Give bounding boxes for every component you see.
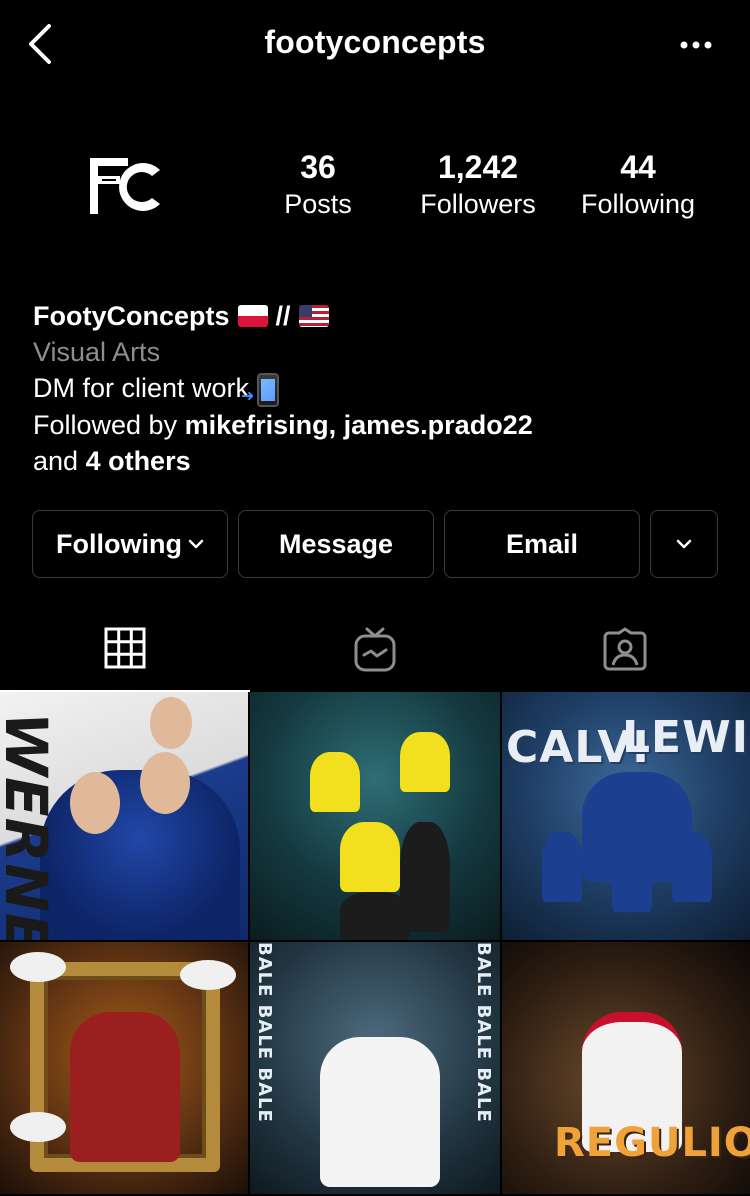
player-face	[140, 752, 190, 814]
followed-by-others-row[interactable]: and 4 others	[33, 443, 723, 479]
post-thumbnail-calvert-lewin[interactable]: CALVI LEWIN	[502, 692, 750, 940]
followers-label: Followers	[420, 189, 536, 219]
profile-avatar[interactable]	[60, 122, 190, 252]
blue-kit-artwork	[672, 832, 712, 902]
poland-flag-icon	[237, 305, 268, 327]
posts-label: Posts	[284, 189, 352, 219]
dove-artwork	[10, 1112, 66, 1142]
chevron-down-icon	[188, 539, 204, 549]
followed-by-row[interactable]: Followed by mikefrising, james.prado22	[33, 407, 723, 443]
dove-artwork	[180, 960, 236, 990]
more-horizontal-icon	[680, 41, 712, 49]
post-caption: BALE BALE BALE	[473, 942, 494, 1123]
followed-by-and: and	[33, 445, 86, 476]
profile-tabs	[0, 606, 750, 692]
email-button[interactable]: Email	[444, 510, 640, 578]
yellow-kit-artwork	[400, 732, 450, 792]
dove-artwork	[10, 952, 66, 982]
post-caption: LEWIN	[622, 712, 750, 763]
post-caption: BALE BALE BALE	[254, 942, 275, 1123]
post-thumbnail-dortmund[interactable]	[250, 692, 500, 940]
following-stat[interactable]: 44 Following	[558, 148, 718, 222]
following-count: 44	[620, 149, 656, 185]
player-face	[70, 772, 120, 834]
red-kit-artwork	[70, 1012, 180, 1162]
mobile-phone-arrow-icon	[241, 372, 280, 415]
player-face	[150, 697, 192, 749]
yellow-kit-artwork	[310, 752, 360, 812]
followed-by-users: mikefrising, james.prado22	[184, 409, 533, 440]
post-thumbnail-bale[interactable]: BALE BALE BALE BALE BALE BALE	[250, 942, 500, 1194]
post-caption: WERNER	[0, 712, 60, 940]
dark-kit-artwork	[400, 822, 450, 932]
post-thumbnail-roma[interactable]	[0, 942, 248, 1194]
blue-kit-artwork	[612, 842, 652, 912]
blue-kit-artwork	[542, 832, 582, 902]
bio-description-row: DM for client work	[33, 370, 723, 415]
followed-by-prefix: Followed by	[33, 409, 185, 440]
tab-grid[interactable]	[0, 606, 250, 692]
followed-by-others: 4 others	[85, 445, 191, 476]
white-kit-artwork	[320, 1037, 440, 1187]
profile-header: footyconcepts	[0, 0, 750, 90]
profile-username: footyconcepts	[264, 24, 486, 60]
following-label: Following	[580, 189, 696, 219]
followers-stat[interactable]: 1,242 Followers	[398, 148, 558, 222]
chevron-down-icon	[676, 539, 692, 549]
post-thumbnail-reguilon[interactable]: REGULION	[502, 942, 750, 1194]
yellow-kit-artwork	[340, 822, 400, 892]
email-button-label: Email	[505, 528, 579, 559]
followers-count: 1,242	[437, 149, 519, 185]
message-button-label: Message	[278, 528, 394, 559]
posts-grid: WERNER CALVI LEWIN BALE BALE BALE BALE B…	[0, 692, 750, 1196]
name-separator: //	[275, 301, 291, 331]
tab-tagged[interactable]	[500, 606, 750, 692]
following-button[interactable]: Following	[32, 510, 228, 578]
more-options-button[interactable]	[676, 28, 716, 62]
display-name: FootyConcepts	[33, 301, 230, 331]
post-caption: REGULION	[554, 1120, 750, 1166]
fc-logo	[90, 158, 160, 214]
usa-flag-icon	[298, 305, 329, 327]
grid-icon	[104, 627, 146, 669]
posts-stat[interactable]: 36 Posts	[238, 148, 398, 222]
profile-category: Visual Arts	[33, 337, 161, 367]
tagged-user-icon	[603, 627, 647, 671]
profile-bio: FootyConcepts // Visual Arts DM for clie…	[33, 298, 723, 479]
following-button-label: Following	[56, 528, 182, 559]
suggested-accounts-button[interactable]	[650, 510, 718, 578]
posts-count: 36	[300, 149, 336, 185]
igtv-icon	[354, 627, 396, 672]
tab-igtv[interactable]	[250, 606, 500, 692]
post-thumbnail-werner[interactable]: WERNER	[0, 692, 248, 940]
message-button[interactable]: Message	[238, 510, 434, 578]
display-name-row: FootyConcepts //	[33, 298, 723, 334]
bio-description: DM for client work	[33, 373, 250, 403]
